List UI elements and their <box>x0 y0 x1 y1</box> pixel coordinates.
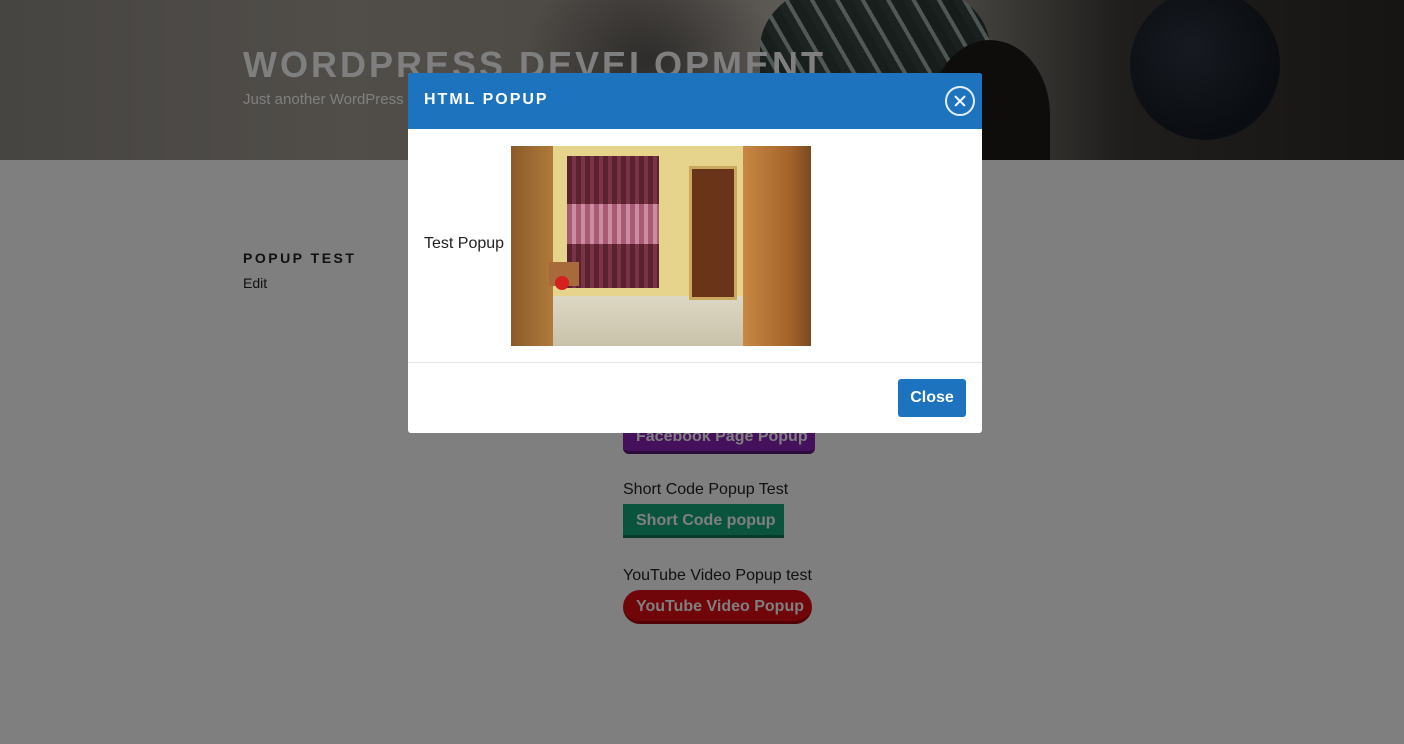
close-button[interactable]: Close <box>898 379 966 417</box>
modal-body: Test Popup <box>408 129 982 362</box>
modal-footer: Close <box>408 362 982 433</box>
photo-curtain-band <box>567 204 659 244</box>
photo-door-right <box>743 146 811 346</box>
photo-red-object <box>555 276 569 290</box>
room-photo <box>511 146 811 346</box>
photo-door <box>689 166 737 300</box>
modal-header: HTML Popup <box>408 73 982 129</box>
close-circle-icon[interactable] <box>945 86 975 116</box>
photo-door-left <box>511 146 553 346</box>
modal-body-text: Test Popup <box>424 235 505 252</box>
modal-title: HTML Popup <box>424 91 549 108</box>
html-popup-modal: HTML Popup Test Popup Close <box>408 73 982 433</box>
